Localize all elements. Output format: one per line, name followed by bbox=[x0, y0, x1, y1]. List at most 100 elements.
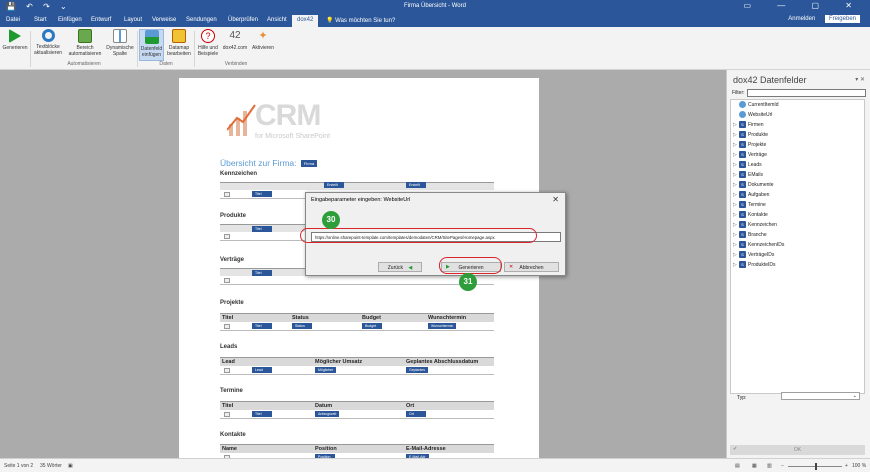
dynamic-column-button[interactable]: Dynamische Spalte bbox=[105, 29, 135, 57]
field-lead[interactable]: Lead bbox=[252, 367, 272, 373]
field-titel[interactable]: Titel bbox=[252, 191, 272, 197]
tab-ansicht[interactable]: Ansicht bbox=[267, 17, 287, 23]
zoom-in-button[interactable]: + bbox=[845, 463, 848, 469]
tab-start[interactable]: Start bbox=[34, 17, 47, 23]
tree-item-label: Leads bbox=[748, 161, 762, 168]
update-textblocks-button[interactable]: Textblöcke aktualisieren bbox=[32, 29, 64, 56]
tree-item[interactable]: ▷ S VerträgeIDs bbox=[733, 251, 774, 261]
dox42-link-button[interactable]: 42 dox42.com bbox=[221, 29, 249, 51]
datamap-icon bbox=[172, 29, 186, 43]
tree-item[interactable]: ▷ S Branche bbox=[733, 231, 767, 241]
group-automatisieren: Automatisieren bbox=[67, 61, 101, 67]
heading-field[interactable]: Firma bbox=[300, 160, 318, 168]
tree-item[interactable]: ▷ S ProdukteIDs bbox=[733, 261, 776, 271]
share-button[interactable]: Freigeben bbox=[824, 15, 860, 23]
tree-item[interactable]: ▷ S EMails bbox=[733, 171, 763, 181]
field-titel[interactable]: Titel bbox=[252, 226, 272, 232]
list-icon: S bbox=[739, 221, 746, 228]
field-titel[interactable]: Titel bbox=[252, 323, 272, 329]
automate-area-label: Bereich automatisieren bbox=[68, 45, 102, 57]
page-count[interactable]: Seite 1 von 2 bbox=[4, 463, 33, 469]
tab-datei[interactable]: Datei bbox=[6, 17, 20, 23]
tree-item[interactable]: ▷ S Verträge bbox=[733, 151, 767, 161]
zoom-slider-handle[interactable] bbox=[815, 463, 817, 470]
list-icon: S bbox=[739, 141, 746, 148]
zoom-level[interactable]: 100 % bbox=[852, 463, 866, 469]
window-title: Firma Übersicht - Word bbox=[404, 3, 466, 9]
tree-item[interactable]: ▷ S Kontakte bbox=[733, 211, 768, 221]
zoom-out-button[interactable]: − bbox=[781, 463, 784, 469]
field-abschlussdatum[interactable]: Geplantes bbox=[406, 367, 428, 373]
field-anfangszeit[interactable]: Anfangszeit bbox=[315, 411, 340, 417]
cancel-button[interactable]: ✕ Abbrechen bbox=[504, 262, 559, 272]
activate-button[interactable]: ✦ Aktivieren bbox=[250, 29, 276, 51]
cancel-label: Abbrechen bbox=[519, 265, 544, 271]
tree-item[interactable]: ▷ S Termine bbox=[733, 201, 766, 211]
tab-sendungen[interactable]: Sendungen bbox=[186, 17, 217, 23]
proofing-icon[interactable]: ▣ bbox=[68, 463, 73, 469]
insert-field-button[interactable]: Datenfeld einfügen bbox=[139, 29, 164, 61]
tree-item[interactable]: ▷ S Aufgaben bbox=[733, 191, 769, 201]
tree-item[interactable]: ▷ S Firmen bbox=[733, 121, 764, 131]
tree-item[interactable]: ▷ S Dokumente bbox=[733, 181, 774, 191]
field-status[interactable]: Status bbox=[292, 323, 312, 329]
automate-area-button[interactable]: Bereich automatisieren bbox=[66, 29, 104, 57]
field-titel[interactable]: Titel bbox=[252, 270, 272, 276]
heading-text: Übersicht zur Firma: bbox=[220, 158, 297, 168]
col-ort: Ort bbox=[406, 403, 415, 409]
tree-item[interactable]: ▷ S KennzeichenIDs bbox=[733, 241, 784, 251]
field-titel[interactable]: Titel bbox=[252, 411, 272, 417]
tree-item-label: Dokumente bbox=[748, 181, 774, 188]
back-button[interactable]: Zurück ◀ bbox=[378, 262, 422, 272]
field-wunschtermin[interactable]: Wunschtermin bbox=[428, 323, 457, 329]
tree-item[interactable]: WebsiteUrl bbox=[733, 111, 772, 121]
print-layout-icon[interactable]: ▦ bbox=[752, 463, 757, 469]
field-erstellt[interactable]: Erstellt bbox=[406, 182, 426, 188]
section-title-produkte: Produkte bbox=[220, 213, 247, 219]
generate-ribbon-button[interactable]: Generieren bbox=[2, 29, 28, 51]
dox42-link-label: dox42.com bbox=[222, 45, 248, 51]
table-header: Name Position E-Mail-Adresse bbox=[220, 444, 494, 453]
signin-link[interactable]: Anmelden bbox=[788, 16, 815, 22]
tree-item[interactable]: ▷ S Leads bbox=[733, 161, 762, 171]
window-controls[interactable]: ▭ — ▢ ✕ bbox=[744, 1, 865, 10]
filter-input[interactable] bbox=[747, 89, 866, 97]
tab-entwurf[interactable]: Entwurf bbox=[91, 17, 111, 23]
web-layout-icon[interactable]: ▥ bbox=[767, 463, 772, 469]
col-email: E-Mail-Adresse bbox=[406, 446, 446, 452]
group-verbinden: Verbinden bbox=[224, 61, 248, 67]
tree-item-label: Firmen bbox=[748, 121, 764, 128]
tab-ueberpruefen[interactable]: Überprüfen bbox=[228, 17, 258, 23]
tab-verweise[interactable]: Verweise bbox=[152, 17, 176, 23]
arrow-left-icon: ◀ bbox=[408, 265, 413, 271]
tab-layout[interactable]: Layout bbox=[124, 17, 142, 23]
help-icon: ? bbox=[201, 29, 215, 43]
tree-item[interactable]: CurrentItemId bbox=[733, 101, 779, 111]
field-umsatz[interactable]: Möglicher bbox=[315, 367, 337, 373]
highlight-ring-generate bbox=[439, 257, 502, 274]
read-mode-icon[interactable]: ▤ bbox=[735, 463, 740, 469]
back-label: Zurück bbox=[387, 265, 404, 271]
tree-item[interactable]: ▷ S Produkte bbox=[733, 131, 768, 141]
tell-me-box[interactable]: 💡 Was möchten Sie tun? bbox=[326, 17, 395, 24]
field-erstellt[interactable]: Erstellt bbox=[324, 182, 344, 188]
close-icon[interactable]: ✕ bbox=[552, 195, 559, 204]
field-budget[interactable]: Budget bbox=[362, 323, 382, 329]
list-icon: S bbox=[739, 191, 746, 198]
field-ort[interactable]: Ort bbox=[406, 411, 426, 417]
ok-button[interactable]: ✔ OK bbox=[730, 445, 865, 455]
tree-item-label: CurrentItemId bbox=[748, 101, 779, 108]
logo-chart-icon bbox=[227, 104, 256, 136]
tree-item[interactable]: ▷ S Kennzeichen bbox=[733, 221, 777, 231]
tab-dox42[interactable]: dox42 bbox=[292, 15, 319, 27]
help-examples-button[interactable]: ? Hilfe und Beispiele bbox=[196, 29, 220, 57]
col-lead: Lead bbox=[222, 359, 235, 365]
word-count[interactable]: 35 Wörter bbox=[40, 463, 62, 469]
type-select[interactable]: ⌄ bbox=[781, 392, 860, 400]
tab-einfuegen[interactable]: Einfügen bbox=[58, 17, 82, 23]
tree-item[interactable]: ▷ S Projekte bbox=[733, 141, 766, 151]
play-icon bbox=[9, 29, 21, 43]
pane-controls[interactable]: ▾ ✕ bbox=[855, 76, 865, 83]
fields-tree: CurrentItemId WebsiteUrl ▷ S Firmen ▷ S Prod… bbox=[730, 99, 865, 394]
edit-datamap-button[interactable]: Datamap bearbeiten bbox=[166, 29, 192, 57]
